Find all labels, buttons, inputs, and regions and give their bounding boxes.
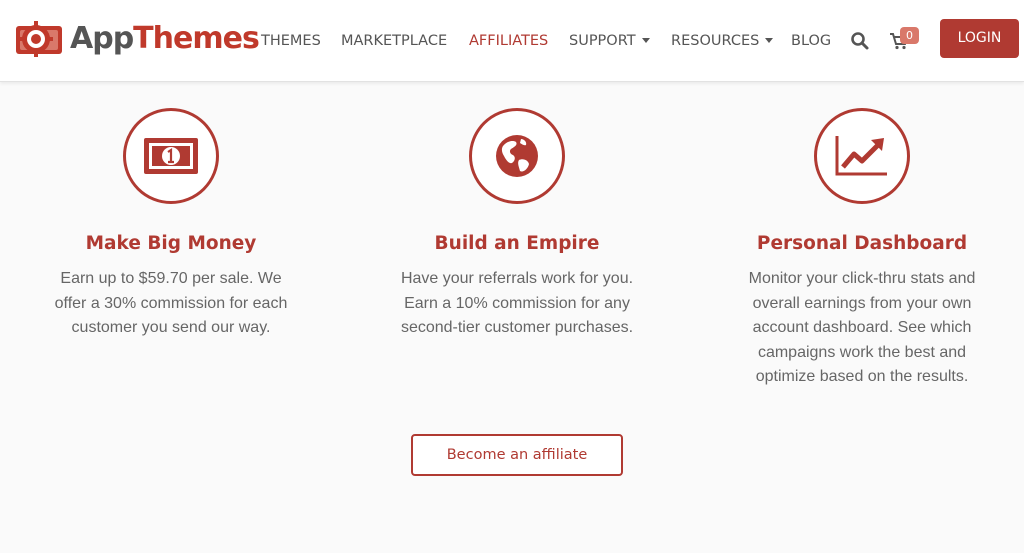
- feature-build-an-empire: Build an Empire Have your referrals work…: [367, 108, 667, 341]
- login-button[interactable]: LOGIN: [940, 19, 1019, 58]
- feature-desc-line: campaigns work the best and: [757, 343, 967, 361]
- feature-desc-line: account dashboard. See which: [752, 319, 972, 336]
- nav-support[interactable]: SUPPORT: [569, 31, 650, 51]
- feature-title: Build an Empire: [434, 233, 600, 254]
- chevron-down-icon: [765, 37, 774, 43]
- feature-icon-circle: [469, 108, 565, 204]
- top-navbar: AppThemes THEMES MARKETPLACE AFFILIATES …: [0, 0, 1024, 82]
- search-icon[interactable]: [850, 31, 870, 51]
- globe-icon: [496, 135, 538, 177]
- feature-personal-dashboard: Personal Dashboard Monitor your click-th…: [712, 108, 1012, 390]
- feature-desc-line: second-tier customer purchases.: [400, 319, 634, 336]
- logo-app-text: App: [70, 21, 134, 56]
- feature-desc-line: Earn a 10% commission for any: [404, 294, 630, 312]
- feature-desc-line: Earn up to $59.70 per sale. We: [60, 270, 282, 287]
- feature-title: Make Big Money: [85, 233, 257, 254]
- feature-desc-line: offer a 30% commission for each: [54, 294, 288, 312]
- nav-themes[interactable]: THEMES: [261, 31, 321, 51]
- become-affiliate-button[interactable]: Become an affiliate: [411, 434, 623, 476]
- feature-make-big-money: Make Big Money Earn up to $59.70 per sal…: [21, 108, 321, 341]
- logo-wordmark: AppThemes: [70, 21, 260, 56]
- feature-description: Monitor your click-thru stats and overal…: [727, 267, 997, 390]
- feature-icon-circle: [814, 108, 910, 204]
- apptheme-logo[interactable]: AppThemes: [14, 17, 260, 61]
- feature-desc-line: Have your referrals work for you.: [400, 270, 634, 287]
- gear-logo-icon: [16, 21, 62, 57]
- feature-title: Personal Dashboard: [756, 233, 968, 254]
- money-bill-icon: [144, 138, 198, 174]
- feature-icon-circle: [123, 108, 219, 204]
- nav-marketplace[interactable]: MARKETPLACE: [341, 31, 447, 51]
- nav-blog[interactable]: BLOG: [791, 31, 831, 51]
- feature-description: Have your referrals work for you. Earn a…: [382, 267, 652, 341]
- feature-desc-line: overall earnings from your own: [752, 294, 972, 312]
- cart-count-badge: 0: [900, 27, 919, 44]
- trending-chart-icon: [835, 136, 887, 176]
- feature-description: Earn up to $59.70 per sale. We offer a 3…: [36, 267, 306, 341]
- chevron-down-icon: [641, 37, 650, 43]
- nav-affiliates[interactable]: AFFILIATES: [469, 31, 548, 51]
- feature-desc-line: Monitor your click-thru stats and: [748, 270, 976, 287]
- nav-resources-label: RESOURCES: [671, 33, 760, 49]
- nav-resources[interactable]: RESOURCES: [671, 31, 774, 51]
- nav-support-label: SUPPORT: [569, 33, 636, 49]
- feature-desc-line: customer you send our way.: [71, 319, 271, 336]
- logo-themes-text: Themes: [133, 21, 260, 56]
- feature-desc-line: optimize based on the results.: [755, 368, 969, 385]
